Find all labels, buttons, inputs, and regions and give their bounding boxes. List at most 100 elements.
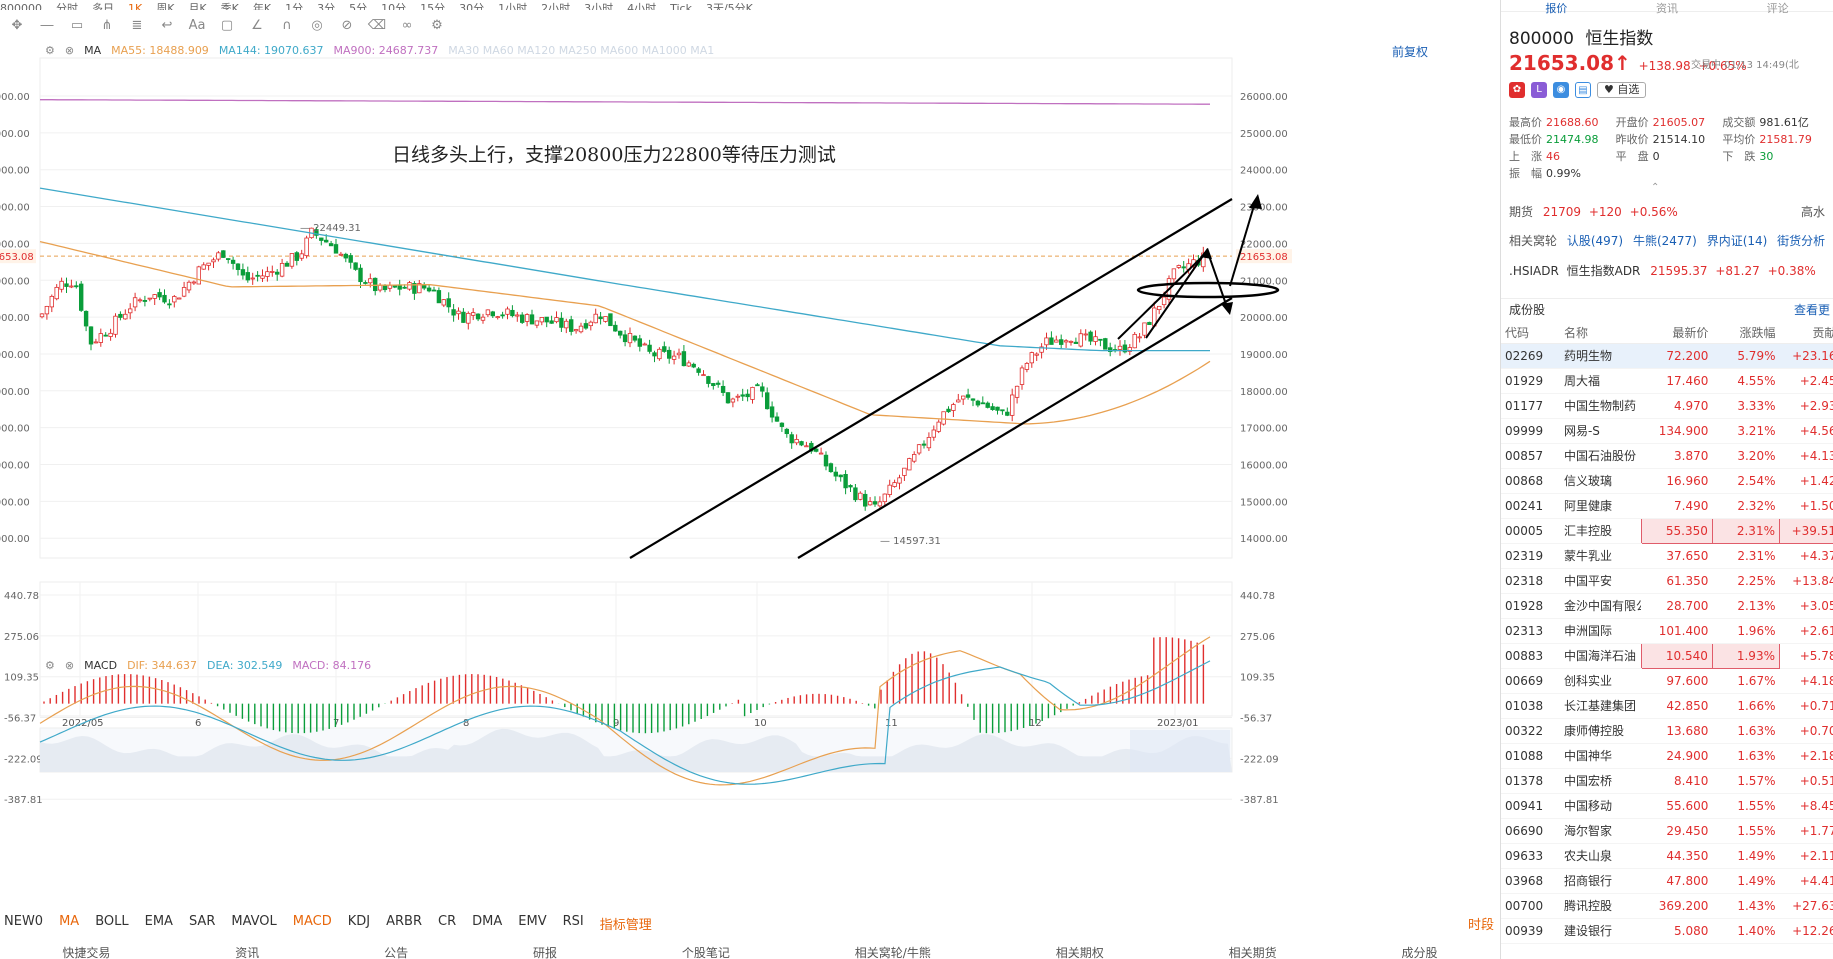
indicator-tab-指标管理[interactable]: 指标管理 [600,914,652,933]
bottom-tab[interactable]: 相关窝轮/牛熊 [855,944,931,959]
column-header[interactable]: 涨跌幅 [1712,322,1780,344]
comment-tool-icon[interactable]: ▢ [216,18,238,33]
table-row[interactable]: 00941 中国移动 55.600 1.55% +8.45 [1501,793,1833,819]
table-row[interactable]: 00322 康师傅控股 13.680 1.63% +0.70 [1501,718,1833,744]
indicator-tab-kdj[interactable]: KDJ [348,914,370,933]
table-row[interactable]: 02318 中国平安 61.350 2.25% +13.84 [1501,568,1833,594]
table-row[interactable]: 00005 汇丰控股 55.350 2.31% +39.51 [1501,517,1833,544]
column-header[interactable]: 代码 [1501,322,1560,344]
crosshair-icon[interactable]: ✥ [6,18,28,33]
period-tab[interactable]: 30分 [459,2,484,10]
chat-icon[interactable]: ◉ [1553,82,1569,98]
period-tab[interactable]: 多日 [92,2,114,10]
period-tab[interactable]: 周K [156,2,174,10]
chart-area[interactable]: 26000.00 26000.00 25000.00 25000.00 24000.00… [0,36,1500,959]
table-row[interactable]: 01088 中国神华 24.900 1.63% +2.18 [1501,743,1833,769]
period-tab[interactable]: 分时 [56,2,78,10]
table-row[interactable]: 00857 中国石油股份 3.870 3.20% +4.13 [1501,443,1833,469]
magnet-tool-icon[interactable]: ∩ [276,18,298,33]
quote-tab[interactable]: 资讯 [1656,0,1678,15]
fib-tool-icon[interactable]: ≣ [126,18,148,33]
indicator-tab-rsi[interactable]: RSI [563,914,584,933]
period-tab[interactable]: 5分 [349,2,367,10]
period-tab[interactable]: 1分 [285,2,303,10]
close-icon[interactable]: ⊗ [65,44,74,57]
indicator-tab-ma[interactable]: MA [59,914,79,933]
quote-tab[interactable]: 报价 [1545,0,1567,15]
indicator-tab-boll[interactable]: BOLL [95,914,128,933]
settings-icon[interactable]: ⚙ [426,18,448,33]
period-tab[interactable]: 800000 [0,2,42,10]
text-tool-icon[interactable]: Aa [186,18,208,33]
table-row[interactable]: 00939 建设银行 5.080 1.40% +12.26 [1501,918,1833,944]
period-tab[interactable]: 4小时 [627,2,656,10]
period-tab[interactable]: Tick [670,2,692,10]
table-row[interactable]: 01177 中国生物制药 4.970 3.33% +2.93 [1501,393,1833,419]
lock-tool-icon[interactable]: ⊘ [336,18,358,33]
add-watchlist-button[interactable]: ♥ 自选 [1597,82,1647,98]
trash-icon[interactable]: ⌫ [366,18,388,33]
settings-icon[interactable]: ⚙ [45,659,55,672]
indicator-tab-cr[interactable]: CR [438,914,456,933]
indicator-tab-mavol[interactable]: MAVOL [231,914,276,933]
table-row[interactable]: 03968 招商银行 47.800 1.49% +4.41 [1501,868,1833,894]
bottom-tab[interactable]: 成分股 [1401,944,1437,959]
period-tab[interactable]: 2小时 [541,2,570,10]
quote-tab[interactable]: 评论 [1767,0,1789,15]
inline-warrant-link[interactable]: 界内证(14) [1707,234,1768,248]
bottom-tab[interactable]: 资讯 [235,944,259,959]
indicator-tab-arbr[interactable]: ARBR [386,914,422,933]
close-icon[interactable]: ⊗ [65,659,74,672]
table-row[interactable]: 00241 阿里健康 7.490 2.32% +1.50 [1501,493,1833,519]
futures-line[interactable]: 期货 21709 +120 +0.56% 高水 5 [1509,203,1833,220]
period-tab[interactable]: 1小时 [498,2,527,10]
table-row[interactable]: 00669 创科实业 97.600 1.67% +4.18 [1501,668,1833,694]
table-row[interactable]: 09999 网易-S 134.900 3.21% +4.56 [1501,418,1833,444]
indicator-tab-dma[interactable]: DMA [472,914,502,933]
settings-icon[interactable]: ⚙ [45,44,55,57]
indicator-tab-macd[interactable]: MACD [293,914,332,933]
table-row[interactable]: 01929 周大福 17.460 4.55% +2.45 [1501,368,1833,394]
line-tool-icon[interactable]: ― [36,18,58,33]
view-more-link[interactable]: 查看更 [1794,299,1830,321]
ruler-tool-icon[interactable]: ∠ [246,18,268,33]
table-row[interactable]: 00883 中国海洋石油 10.540 1.93% +5.78 [1501,642,1833,669]
table-row[interactable]: 09633 农夫山泉 44.350 1.49% +2.11 [1501,843,1833,869]
kline-chart[interactable]: 26000.00 26000.00 25000.00 25000.00 24000.00… [0,36,1500,959]
table-row[interactable]: 02319 蒙牛乳业 37.650 2.31% +4.37 [1501,543,1833,569]
street-analysis-link[interactable]: 街货分析 [1777,234,1825,248]
link-icon[interactable]: ∞ [396,18,418,33]
column-header[interactable]: 最新价 [1641,322,1713,344]
period-tab[interactable]: 15分 [420,2,445,10]
eye-tool-icon[interactable]: ◎ [306,18,328,33]
collapse-icon[interactable]: ⌃ [1651,182,1659,193]
table-row[interactable]: 01928金沙中国有限公司28.7002.13%+3.05 [1501,593,1833,619]
period-tab[interactable]: 月K [188,2,206,10]
arrow-tool-icon[interactable]: ↩ [156,18,178,33]
bottom-tab[interactable]: 相关期货 [1229,944,1277,959]
period-tab[interactable]: 3天/5分K [706,2,753,10]
warrant-link[interactable]: 认股(497) [1567,234,1623,248]
table-row[interactable]: 01378 中国宏桥 8.410 1.57% +0.51 [1501,768,1833,794]
session-button[interactable]: 时段 [1468,914,1494,933]
column-header[interactable]: 贡献 [1779,322,1833,344]
period-tab[interactable]: 年K [253,2,271,10]
period-tab[interactable]: 3分 [317,2,335,10]
bottom-tab[interactable]: 相关期权 [1056,944,1104,959]
doc-icon[interactable]: ▤ [1575,82,1591,98]
table-row[interactable]: 00868 信义玻璃 16.960 2.54% +1.42 [1501,468,1833,494]
column-header[interactable]: 名称 [1559,322,1642,344]
period-tab[interactable]: 3小时 [584,2,613,10]
table-row[interactable]: 01038 长江基建集团 42.850 1.66% +0.71 [1501,693,1833,719]
adjust-mode[interactable]: 前复权 [1392,43,1428,60]
rect-tool-icon[interactable]: ▭ [66,18,88,33]
bottom-tab[interactable]: 研报 [533,944,557,959]
period-tab[interactable]: 10分 [381,2,406,10]
indicator-tab-ema[interactable]: EMA [145,914,173,933]
table-row[interactable]: 00700 腾讯控股 369.200 1.43% +27.63 [1501,893,1833,919]
fork-tool-icon[interactable]: ⋔ [96,18,118,33]
bottom-tab[interactable]: 个股笔记 [682,944,730,959]
indicator-tab-emv[interactable]: EMV [518,914,546,933]
bull-bear-link[interactable]: 牛熊(2477) [1633,234,1697,248]
bottom-tab[interactable]: 快捷交易 [62,944,110,959]
